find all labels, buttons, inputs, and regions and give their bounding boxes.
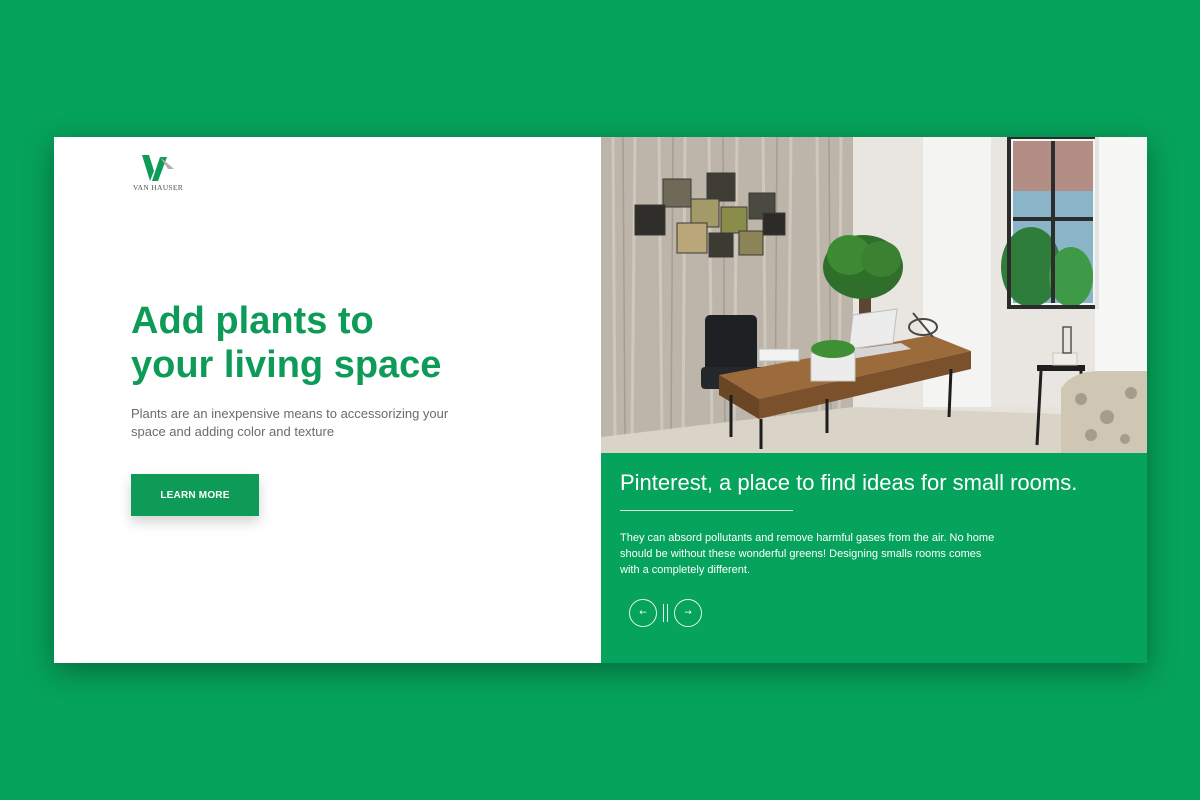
panel-divider xyxy=(620,510,793,511)
arrow-left-icon: ← xyxy=(639,608,647,618)
office-room-photo xyxy=(601,137,1147,453)
panel-description-line-3: with a completely different. xyxy=(620,564,751,576)
learn-more-button[interactable]: LEARN MORE xyxy=(131,474,259,516)
panel-description-line-2: should be without these wonderful greens… xyxy=(620,548,982,560)
slider-navigation: ← → xyxy=(629,598,702,628)
vh-leaf-logo-icon xyxy=(142,155,174,181)
hero-subtitle-line-1: Plants are an inexpensive means to acces… xyxy=(131,406,449,421)
panel-title: Pinterest, a place to find ideas for sma… xyxy=(620,470,1078,495)
brand-name: VAN HAUSER xyxy=(132,183,184,192)
hero-card: VAN HAUSER Add plants to your living spa… xyxy=(54,137,1147,663)
prev-slide-button[interactable]: ← xyxy=(629,599,657,627)
arrow-right-icon: → xyxy=(684,608,692,618)
hero-right-panel: Pinterest, a place to find ideas for sma… xyxy=(601,137,1147,663)
hero-subtitle: Plants are an inexpensive means to acces… xyxy=(131,405,471,441)
panel-description-line-1: They can absord pollutants and remove ha… xyxy=(620,532,995,544)
hero-subtitle-line-2: space and adding color and texture xyxy=(131,424,335,439)
panel-description: They can absord pollutants and remove ha… xyxy=(620,530,1020,578)
hero-title-line-2: your living space xyxy=(131,344,442,386)
hero-left-panel: VAN HAUSER Add plants to your living spa… xyxy=(54,137,601,663)
hero-title: Add plants to your living space xyxy=(131,299,531,387)
slider-separator xyxy=(663,604,668,622)
next-slide-button[interactable]: → xyxy=(674,599,702,627)
hero-title-line-1: Add plants to xyxy=(131,300,374,342)
brand-logo[interactable]: VAN HAUSER xyxy=(130,155,186,192)
